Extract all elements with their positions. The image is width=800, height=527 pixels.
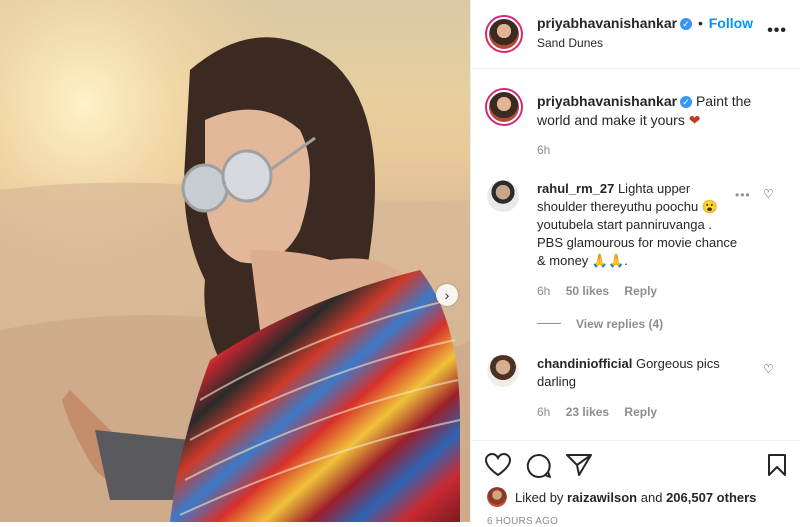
like-heart-icon[interactable] [485, 453, 511, 477]
comment-line: & money 🙏🙏. [537, 253, 628, 268]
share-paper-plane-icon[interactable] [566, 453, 592, 477]
liked-by-prefix: Liked by [515, 490, 564, 505]
comment-like-heart-icon[interactable]: ♡ [763, 362, 774, 376]
location-link[interactable]: Sand Dunes [537, 36, 603, 50]
comment-line: youtubela start panniruvanga . [537, 217, 712, 232]
comment-bubble-icon[interactable] [526, 453, 552, 479]
post-header: priyabhavanishankar ✓ • Follow Sand Dunes… [471, 0, 800, 69]
comment-likes[interactable]: 50 likes [566, 284, 609, 298]
liked-by-user[interactable]: raizawilson [567, 490, 637, 505]
comment-username[interactable]: rahul_rm_27 [537, 181, 614, 196]
comment-line: shoulder thereyuthu poochu 😮 [537, 199, 718, 214]
comment-line: PBS glamourous for movie chance [537, 235, 738, 250]
comment-like-heart-icon[interactable]: ♡ [763, 187, 774, 201]
caption: priyabhavanishankar ✓ Paint the world and… [537, 92, 787, 130]
replies-divider [537, 323, 561, 324]
comment-line: Gorgeous pics [635, 356, 720, 371]
comment-meta: 6h 23 likes Reply [537, 405, 669, 419]
post-photo[interactable]: › [0, 0, 470, 522]
caption-avatar[interactable] [485, 88, 523, 126]
follow-button[interactable]: Follow [709, 15, 753, 31]
verified-badge-icon: ✓ [680, 18, 693, 30]
comment-username[interactable]: chandiniofficial [537, 356, 632, 371]
view-replies-button[interactable]: View replies (4) [576, 317, 663, 331]
comment-time: 6h [537, 284, 551, 298]
post-sidebar: priyabhavanishankar ✓ • Follow Sand Dunes… [470, 0, 800, 527]
liker-avatar[interactable] [487, 487, 507, 507]
author-avatar[interactable] [485, 15, 523, 53]
comment-likes[interactable]: 23 likes [566, 405, 609, 419]
comment-options-icon[interactable]: ••• [735, 188, 751, 202]
post-window: › priyabhavanishankar ✓ • Follow Sand Dun… [0, 0, 800, 527]
comment-line: Lighta upper [617, 181, 691, 196]
separator-dot: • [697, 15, 703, 31]
heart-emoji-icon: ❤ [688, 112, 701, 128]
save-bookmark-icon[interactable] [767, 453, 787, 477]
caption-time: 6h [537, 143, 551, 157]
caption-username[interactable]: priyabhavanishankar [537, 93, 677, 109]
reply-button[interactable]: Reply [624, 284, 657, 298]
author-username[interactable]: priyabhavanishankar [537, 15, 677, 31]
comment-line: darling [537, 374, 577, 389]
reply-button[interactable]: Reply [624, 405, 657, 419]
likes-count[interactable]: 206,507 others [666, 490, 756, 505]
next-photo-button[interactable]: › [436, 284, 458, 306]
comment-meta: 6h 50 likes Reply [537, 284, 669, 298]
comment-body: rahul_rm_27 Lighta upper shoulder therey… [537, 180, 752, 270]
comment-avatar[interactable] [487, 355, 519, 387]
comment-avatar[interactable] [487, 180, 519, 212]
chevron-right-icon: › [444, 287, 450, 303]
liked-by-and: and [640, 490, 663, 505]
liked-by-line: Liked by raizawilson and 206,507 others [515, 490, 756, 505]
more-options-icon[interactable]: ••• [767, 22, 787, 40]
header-user-row: priyabhavanishankar ✓ • Follow [537, 15, 753, 31]
comment-body: chandiniofficial Gorgeous pics darling [537, 355, 752, 391]
comment-time: 6h [537, 405, 551, 419]
post-actions: Liked by raizawilson and 206,507 others … [471, 440, 800, 527]
verified-badge-icon: ✓ [680, 96, 693, 108]
photo-illustration [0, 0, 470, 522]
